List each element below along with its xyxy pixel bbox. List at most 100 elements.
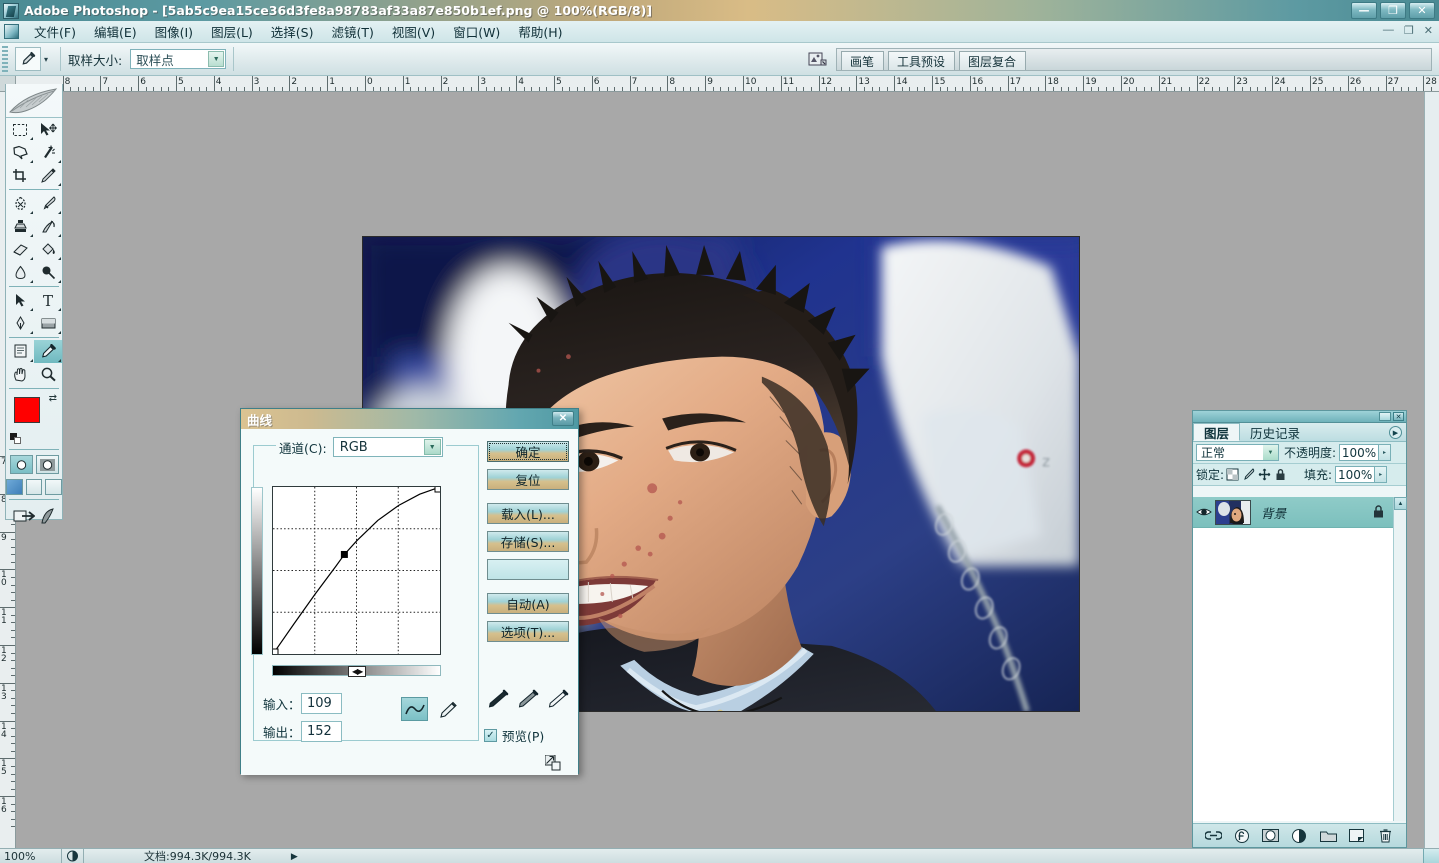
curve-grid-resize-icon[interactable] [545,755,561,771]
eyedropper-icon[interactable] [15,47,41,71]
load-button[interactable]: 载入(L)... [487,503,569,524]
tab-layers[interactable]: 图层 [1193,423,1240,441]
full-screen-menubar-mode-button[interactable] [26,479,43,495]
restore-button[interactable]: ❐ [1380,2,1406,19]
horizontal-ruler[interactable]: 8765432101234567891011121314151617181920… [16,76,1439,92]
notes-icon[interactable] [6,340,34,363]
menu-window[interactable]: 窗口(W) [444,20,509,43]
layer-thumbnail[interactable] [1215,500,1251,525]
input-field[interactable]: 109 [301,693,342,714]
palette-close-icon[interactable]: ✕ [1393,412,1404,421]
foreground-color-swatch[interactable] [14,397,40,423]
eyedropper-icon[interactable] [34,340,62,363]
palette-menu-icon[interactable]: ▶ [1389,426,1402,439]
curve-control-point[interactable] [435,487,440,492]
curve-control-point-selected[interactable] [341,551,347,557]
menu-filter[interactable]: 滤镜(T) [322,20,382,43]
menu-select[interactable]: 选择(S) [262,20,323,43]
curve-plot[interactable] [273,487,440,654]
curves-dialog-titlebar[interactable]: 曲线 ✕ [241,409,578,429]
doc-restore-button[interactable]: ❐ [1404,24,1414,37]
standard-mask-mode-button[interactable] [10,455,33,474]
paint-bucket-icon[interactable] [34,238,62,261]
curve-control-point[interactable] [273,649,278,654]
layer-style-fx-icon[interactable] [1233,827,1251,845]
menu-edit[interactable]: 编辑(E) [85,20,146,43]
close-button[interactable]: ✕ [1409,2,1435,19]
magic-wand-icon[interactable] [34,141,62,164]
curves-dialog-close-button[interactable]: ✕ [552,411,574,426]
lock-transparent-pixels-icon[interactable] [1224,467,1240,483]
new-group-icon[interactable] [1319,827,1337,845]
blur-icon[interactable] [6,261,34,284]
status-resize-grip[interactable] [1423,849,1439,863]
fill-slider-arrow-icon[interactable]: ▸ [1375,466,1387,483]
curve-point-tool-icon[interactable] [401,697,428,721]
doc-minimize-button[interactable]: — [1383,24,1394,37]
opacity-slider-arrow-icon[interactable]: ▸ [1379,444,1391,461]
marquee-icon[interactable] [6,118,34,141]
lock-image-pixels-icon[interactable] [1240,467,1256,483]
gradient-direction-thumb[interactable]: ◀▶ [348,666,366,677]
crop-icon[interactable] [6,164,34,187]
set-black-point-eyedropper-icon[interactable] [487,689,509,709]
zoom-level-field[interactable]: 100% [0,849,62,863]
palette-dock-icon[interactable] [806,49,830,71]
full-screen-mode-button[interactable] [45,479,62,495]
smooth-button[interactable] [487,559,569,580]
quick-mask-mode-button[interactable] [36,455,59,474]
move-icon[interactable] [34,118,62,141]
type-icon[interactable]: T [34,289,62,312]
set-white-point-eyedropper-icon[interactable] [547,689,569,709]
palette-titlebar[interactable]: ✕ [1193,411,1406,423]
channel-select[interactable]: RGB ▼ [333,437,443,457]
menu-view[interactable]: 视图(V) [383,20,444,43]
zoom-icon[interactable] [34,363,62,386]
new-adjustment-layer-icon[interactable] [1290,827,1308,845]
new-layer-icon[interactable] [1348,827,1366,845]
scroll-up-icon[interactable]: ▲ [1394,497,1407,510]
layers-list[interactable]: 背景 [1193,497,1406,821]
chevron-down-icon[interactable]: ▼ [424,439,441,455]
minimize-button[interactable]: — [1351,2,1377,19]
default-colors-icon[interactable] [10,433,21,444]
curve-graph[interactable] [272,486,441,655]
palette-tab-tool-presets[interactable]: 工具预设 [888,51,955,70]
fill-field[interactable]: 100% [1335,466,1375,483]
pen-icon[interactable] [6,312,34,335]
options-button[interactable]: 选项(T)... [487,621,569,642]
clone-stamp-icon[interactable] [6,215,34,238]
tab-history[interactable]: 历史记录 [1240,423,1310,441]
proof-colors-icon[interactable] [62,849,84,863]
layer-name[interactable]: 背景 [1261,503,1286,522]
doc-close-button[interactable]: ✕ [1424,24,1433,37]
canvas-vertical-scrollbar[interactable] [1424,92,1439,848]
layers-scrollbar[interactable]: ▲ [1393,497,1406,821]
layer-row[interactable]: 背景 [1193,497,1406,528]
add-layer-mask-icon[interactable] [1262,827,1280,845]
lasso-icon[interactable] [6,141,34,164]
tool-preset-chevron-icon[interactable]: ▾ [44,55,48,64]
reset-button[interactable]: 复位 [487,469,569,490]
menu-image[interactable]: 图像(I) [146,20,202,43]
opacity-field[interactable]: 100% [1339,444,1379,461]
layer-visibility-eye-icon[interactable] [1193,506,1215,518]
menu-file[interactable]: 文件(F) [25,20,85,43]
document-icon[interactable] [4,24,19,39]
jump-secondary-icon[interactable] [40,507,56,525]
menu-layer[interactable]: 图层(L) [202,20,262,43]
chevron-down-icon[interactable]: ▼ [1263,445,1278,460]
brush-icon[interactable] [34,192,62,215]
preview-checkbox[interactable]: ✓ [484,729,497,742]
auto-button[interactable]: 自动(A) [487,593,569,614]
layers-palette[interactable]: ✕ 图层 历史记录 ▶ 正常 ▼ 不透明度: 100% ▸ 锁定: 填充: 10… [1192,410,1407,848]
link-layers-icon[interactable] [1204,827,1222,845]
preview-row[interactable]: ✓ 预览(P) [484,726,544,745]
hand-icon[interactable] [6,363,34,386]
standard-screen-mode-button[interactable] [6,479,23,495]
eraser-icon[interactable] [6,238,34,261]
chevron-down-icon[interactable]: ▼ [208,51,224,67]
blend-mode-select[interactable]: 正常 ▼ [1196,444,1279,461]
pencil-draw-tool-icon[interactable] [434,697,461,721]
output-field[interactable]: 152 [301,721,342,742]
